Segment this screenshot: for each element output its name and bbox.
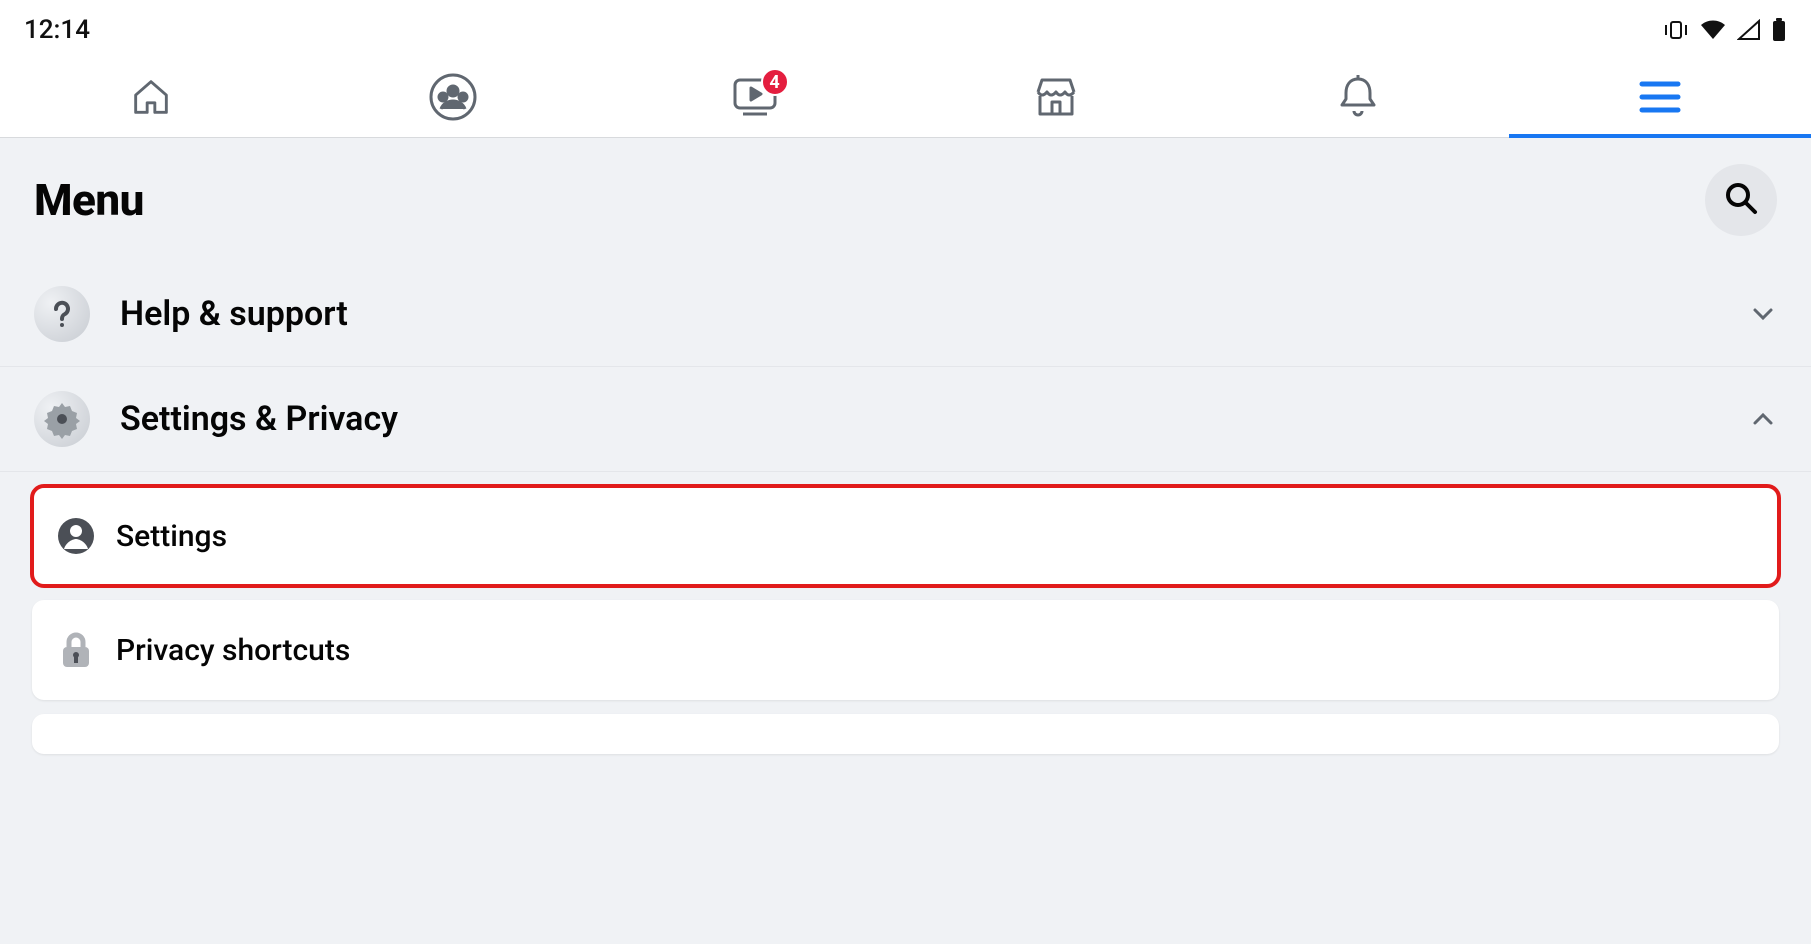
search-button[interactable] [1705,164,1777,236]
lock-icon [56,630,96,670]
nav-tabs: 4 [0,60,1811,138]
status-time: 12:14 [24,15,90,45]
hamburger-icon [1638,80,1682,118]
menu-content: Menu Help & support [0,138,1811,944]
menu-item-privacy-shortcuts[interactable]: Privacy shortcuts [32,600,1779,700]
nav-tab-home[interactable] [0,60,302,137]
person-icon [56,516,96,556]
settings-privacy-items: Settings Privacy shortcuts [0,486,1811,754]
nav-tab-marketplace[interactable] [905,60,1207,137]
nav-tab-notifications[interactable] [1207,60,1509,137]
gear-icon [34,391,90,447]
chevron-down-icon [1749,300,1777,328]
page-title: Menu [34,174,144,226]
status-icons [1663,18,1787,42]
menu-item-label: Privacy shortcuts [116,633,350,668]
menu-item-settings[interactable]: Settings [32,486,1779,586]
menu-header: Menu [0,138,1811,262]
marketplace-icon [1032,74,1080,124]
nav-tab-menu[interactable] [1509,60,1811,137]
nav-tab-watch[interactable]: 4 [604,60,906,137]
section-label: Help & support [120,294,1749,334]
chevron-up-icon [1749,405,1777,433]
watch-badge: 4 [761,68,789,96]
home-icon [128,74,174,124]
vibrate-icon [1663,19,1689,41]
section-help-support[interactable]: Help & support [0,262,1811,367]
section-label: Settings & Privacy [120,399,1749,439]
cell-signal-icon [1737,19,1761,41]
wifi-icon [1699,19,1727,41]
section-settings-privacy[interactable]: Settings & Privacy [0,367,1811,472]
nav-tab-groups[interactable] [302,60,604,137]
bell-icon [1336,73,1380,125]
groups-icon [427,71,479,127]
question-icon [34,286,90,342]
search-icon [1723,180,1759,220]
menu-item-partial[interactable] [32,714,1779,754]
status-bar: 12:14 [0,0,1811,60]
menu-item-label: Settings [116,519,227,554]
battery-icon [1771,18,1787,42]
